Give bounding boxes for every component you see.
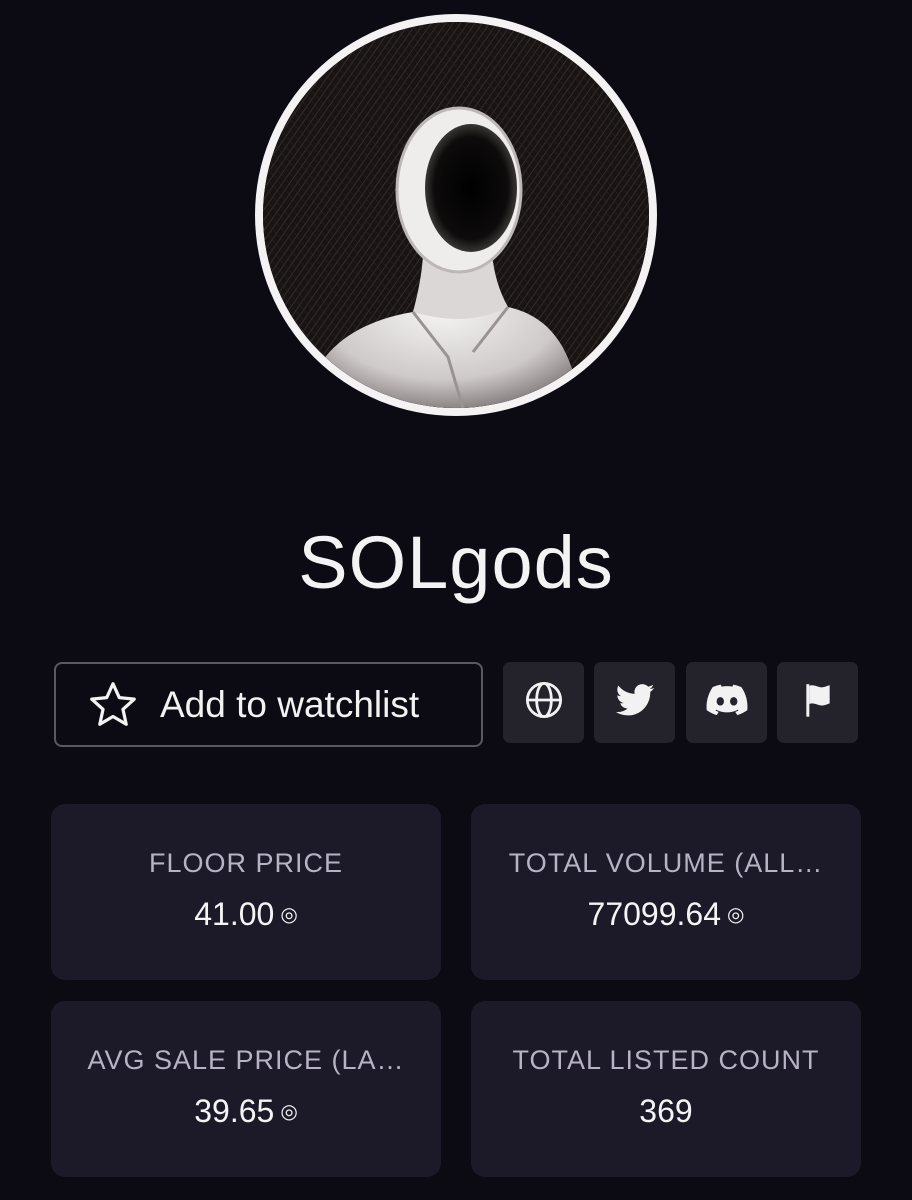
twitter-icon bbox=[614, 679, 656, 726]
floor-price-label: FLOOR PRICE bbox=[148, 848, 344, 878]
avatar-image bbox=[263, 22, 649, 408]
globe-icon bbox=[523, 679, 565, 726]
flag-icon bbox=[798, 680, 838, 725]
floor-price-card: FLOOR PRICE 41.00 ◎ bbox=[51, 804, 441, 980]
collection-page: SOLgods Add to watchlist FLOOR PRICE 41.… bbox=[0, 0, 912, 1200]
collection-avatar bbox=[255, 14, 657, 416]
total-listed-count-label: TOTAL LISTED COUNT bbox=[512, 1045, 820, 1075]
total-volume-label: TOTAL VOLUME (ALL… bbox=[508, 848, 824, 878]
report-flag-button[interactable] bbox=[777, 662, 858, 743]
sol-currency-icon: ◎ bbox=[280, 904, 298, 927]
avg-sale-price-card: AVG SALE PRICE (LA… 39.65 ◎ bbox=[51, 1001, 441, 1177]
website-link-button[interactable] bbox=[503, 662, 584, 743]
avg-sale-price-label: AVG SALE PRICE (LA… bbox=[87, 1045, 405, 1075]
total-listed-count-card: TOTAL LISTED COUNT 369 bbox=[471, 1001, 861, 1177]
total-volume-card: TOTAL VOLUME (ALL… 77099.64 ◎ bbox=[471, 804, 861, 980]
sol-currency-icon: ◎ bbox=[280, 1101, 298, 1124]
floor-price-value: 41.00 ◎ bbox=[194, 896, 298, 932]
discord-link-button[interactable] bbox=[686, 662, 767, 743]
discord-icon bbox=[704, 677, 750, 728]
total-listed-count-value: 369 bbox=[639, 1093, 693, 1129]
collection-title: SOLgods bbox=[298, 521, 614, 604]
watchlist-label: Add to watchlist bbox=[160, 683, 420, 725]
sol-currency-icon: ◎ bbox=[727, 904, 745, 927]
star-icon bbox=[86, 678, 140, 732]
add-to-watchlist-button[interactable]: Add to watchlist bbox=[54, 662, 483, 747]
avg-sale-price-value: 39.65 ◎ bbox=[194, 1093, 298, 1129]
total-volume-value: 77099.64 ◎ bbox=[587, 896, 745, 932]
twitter-link-button[interactable] bbox=[594, 662, 675, 743]
